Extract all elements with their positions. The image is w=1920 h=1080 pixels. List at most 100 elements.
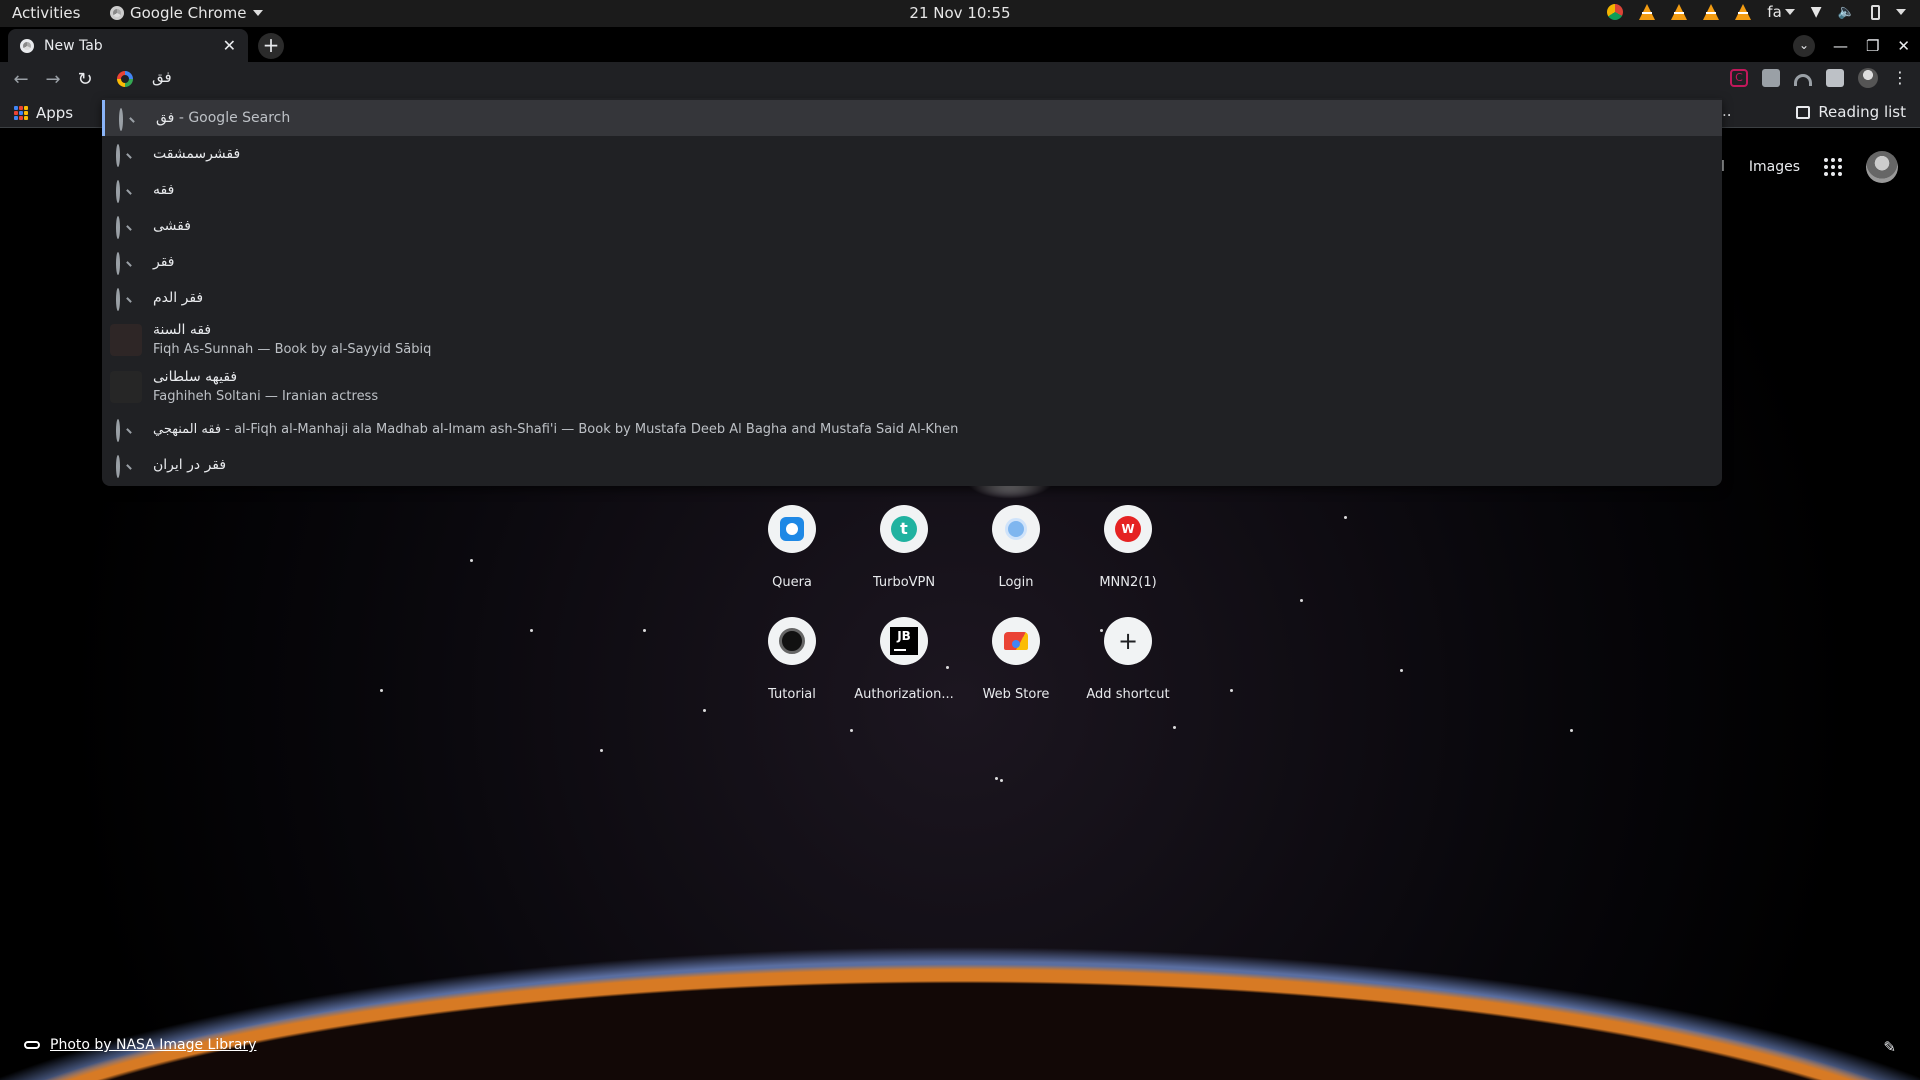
suggestion-item[interactable]: فقر در ایران bbox=[102, 447, 1722, 483]
new-tab-button[interactable]: + bbox=[258, 33, 284, 59]
minimize-button[interactable]: — bbox=[1833, 37, 1848, 55]
link-icon bbox=[24, 1041, 40, 1049]
vlc-icon[interactable] bbox=[1671, 4, 1688, 20]
account-avatar[interactable] bbox=[1866, 151, 1898, 183]
apps-label: Apps bbox=[36, 104, 74, 122]
apps-launcher-icon[interactable] bbox=[1824, 158, 1842, 176]
close-window-button[interactable]: ✕ bbox=[1897, 37, 1910, 55]
entity-description: Faghiheh Soltani — Iranian actress bbox=[153, 389, 379, 404]
shortcut-web-store[interactable]: Web Store bbox=[960, 601, 1072, 713]
suggestion-item[interactable]: فقر bbox=[102, 244, 1722, 280]
google-icon bbox=[117, 71, 133, 87]
camera-extension-icon[interactable] bbox=[1762, 69, 1780, 87]
mnn-icon: W bbox=[1115, 516, 1141, 542]
suggestion-item[interactable]: فقر الدم bbox=[102, 280, 1722, 316]
tab-new-tab[interactable]: New Tab ✕ bbox=[8, 29, 248, 62]
search-icon bbox=[116, 144, 132, 167]
shortcut-login[interactable]: Login bbox=[960, 489, 1072, 601]
kebab-menu-icon[interactable]: ⋮ bbox=[1892, 69, 1908, 87]
chrome-icon bbox=[110, 6, 124, 20]
suggestion-item[interactable]: فقه المنهجي - al-Fiqh al-Manhaji ala Mad… bbox=[102, 411, 1722, 447]
customize-pencil-icon[interactable]: ✎ bbox=[1883, 1038, 1896, 1056]
shortcut-icon-circle: + bbox=[1104, 617, 1152, 665]
app-menu[interactable]: Google Chrome bbox=[110, 4, 263, 22]
profile-avatar[interactable] bbox=[1858, 68, 1878, 88]
reading-list-button[interactable]: Reading list bbox=[1796, 103, 1906, 121]
login-icon bbox=[1005, 518, 1027, 540]
search-icon bbox=[116, 180, 132, 203]
suggestion-query: فق bbox=[156, 110, 175, 126]
plus-icon: + bbox=[1117, 627, 1139, 655]
photo-credit-link[interactable]: Photo by NASA Image Library bbox=[50, 1037, 256, 1053]
entity-thumbnail bbox=[110, 371, 142, 403]
omnibox-input[interactable]: فق bbox=[152, 68, 172, 86]
turbovpn-icon: t bbox=[891, 516, 917, 542]
vlc-icon[interactable] bbox=[1735, 4, 1752, 20]
chrome-tray-icon[interactable] bbox=[1607, 4, 1624, 20]
shortcut-label: MNN2(1) bbox=[1099, 575, 1157, 590]
suggestion-item[interactable]: فقشی bbox=[102, 208, 1722, 244]
back-button[interactable]: ← bbox=[10, 69, 32, 91]
bookmark-apps[interactable]: Apps bbox=[14, 104, 73, 122]
shortcut-tutorial[interactable]: Tutorial bbox=[736, 601, 848, 713]
shortcut-turbovpn[interactable]: t TurboVPN bbox=[848, 489, 960, 601]
wifi-icon[interactable]: ▼ bbox=[1811, 4, 1822, 20]
extension-c-icon[interactable]: C bbox=[1730, 69, 1748, 87]
forward-button[interactable]: → bbox=[42, 69, 64, 91]
images-link[interactable]: Images bbox=[1749, 159, 1800, 175]
app-menu-label: Google Chrome bbox=[130, 4, 247, 22]
shortcut-label: Quera bbox=[772, 575, 812, 590]
suggestion-item[interactable]: فق - Google Search bbox=[102, 100, 1722, 136]
activities-button[interactable]: Activities bbox=[12, 4, 80, 22]
shortcut-icon-circle bbox=[768, 617, 816, 665]
shortcut-icon-circle: JB bbox=[880, 617, 928, 665]
shortcut-icon-circle: t bbox=[880, 505, 928, 553]
entity-suggestion[interactable]: فقیهه سلطانی Faghiheh Soltani — Iranian … bbox=[102, 364, 1722, 410]
search-icon bbox=[116, 216, 132, 239]
apps-grid-icon bbox=[14, 106, 28, 120]
suggestion-item[interactable]: فقشرسمشقت bbox=[102, 136, 1722, 172]
extensions-puzzle-icon[interactable] bbox=[1826, 69, 1844, 87]
close-icon[interactable]: ✕ bbox=[223, 36, 236, 55]
reading-list-icon bbox=[1796, 105, 1811, 119]
omnibox-suggestions: فق - Google Search فقشرسمشقت فقه فقشی فق… bbox=[102, 98, 1722, 486]
system-tray[interactable]: fa ▼ 🔈 bbox=[1607, 3, 1906, 21]
entity-suggestion[interactable]: فقه السنة Fiqh As-Sunnah — Book by al-Sa… bbox=[102, 317, 1722, 363]
entity-title: فقه السنة bbox=[153, 322, 212, 338]
tab-search-button[interactable]: ⌄ bbox=[1792, 35, 1815, 57]
ntp-header: mail Images bbox=[1695, 151, 1898, 183]
shortcut-icon-circle bbox=[768, 505, 816, 553]
entity-description: Fiqh As-Sunnah — Book by al-Sayyid Sābiq bbox=[153, 342, 432, 357]
vpn-extension-icon[interactable] bbox=[1794, 74, 1812, 86]
shortcut-icon-circle bbox=[992, 505, 1040, 553]
suggestion-query: فقشرسمشقت bbox=[153, 146, 241, 162]
shortcut-label: Login bbox=[998, 575, 1034, 590]
chrome-favicon-icon bbox=[20, 38, 34, 53]
bookmarks-overflow[interactable]: .. bbox=[1722, 102, 1732, 120]
shortcut-label: Web Store bbox=[982, 687, 1050, 702]
shortcut-add[interactable]: + Add shortcut bbox=[1072, 601, 1184, 713]
battery-icon[interactable] bbox=[1871, 4, 1880, 20]
vlc-icon[interactable] bbox=[1639, 4, 1656, 20]
suggestion-query: فقر الدم bbox=[153, 290, 204, 306]
entity-title: فقیهه سلطانی bbox=[153, 369, 238, 385]
shortcut-label: TurboVPN bbox=[872, 575, 936, 590]
chevron-down-icon[interactable] bbox=[1896, 9, 1906, 15]
photo-credit[interactable]: Photo by NASA Image Library bbox=[24, 1037, 256, 1053]
shortcut-mnn[interactable]: W MNN2(1) bbox=[1072, 489, 1184, 601]
search-icon bbox=[119, 108, 135, 131]
tutorial-icon bbox=[779, 628, 805, 654]
reload-button[interactable]: ↻ bbox=[74, 69, 96, 91]
clock[interactable]: 21 Nov 10:55 bbox=[909, 4, 1010, 22]
keyboard-layout-indicator[interactable]: fa bbox=[1767, 3, 1795, 21]
suggestion-item[interactable]: فقه bbox=[102, 172, 1722, 208]
toolbar-extensions: C ⋮ bbox=[1730, 68, 1908, 88]
restore-button[interactable]: ❐ bbox=[1866, 37, 1879, 55]
shortcut-quera[interactable]: Quera bbox=[736, 489, 848, 601]
volume-icon[interactable]: 🔈 bbox=[1838, 4, 1855, 20]
shortcut-label: Add shortcut bbox=[1086, 687, 1170, 702]
window-controls: ⌄ — ❐ ✕ bbox=[1792, 35, 1910, 57]
browser-toolbar: ← → ↻ bbox=[0, 62, 1920, 98]
shortcut-authorization[interactable]: JB Authorization... bbox=[848, 601, 960, 713]
vlc-icon[interactable] bbox=[1703, 4, 1720, 20]
